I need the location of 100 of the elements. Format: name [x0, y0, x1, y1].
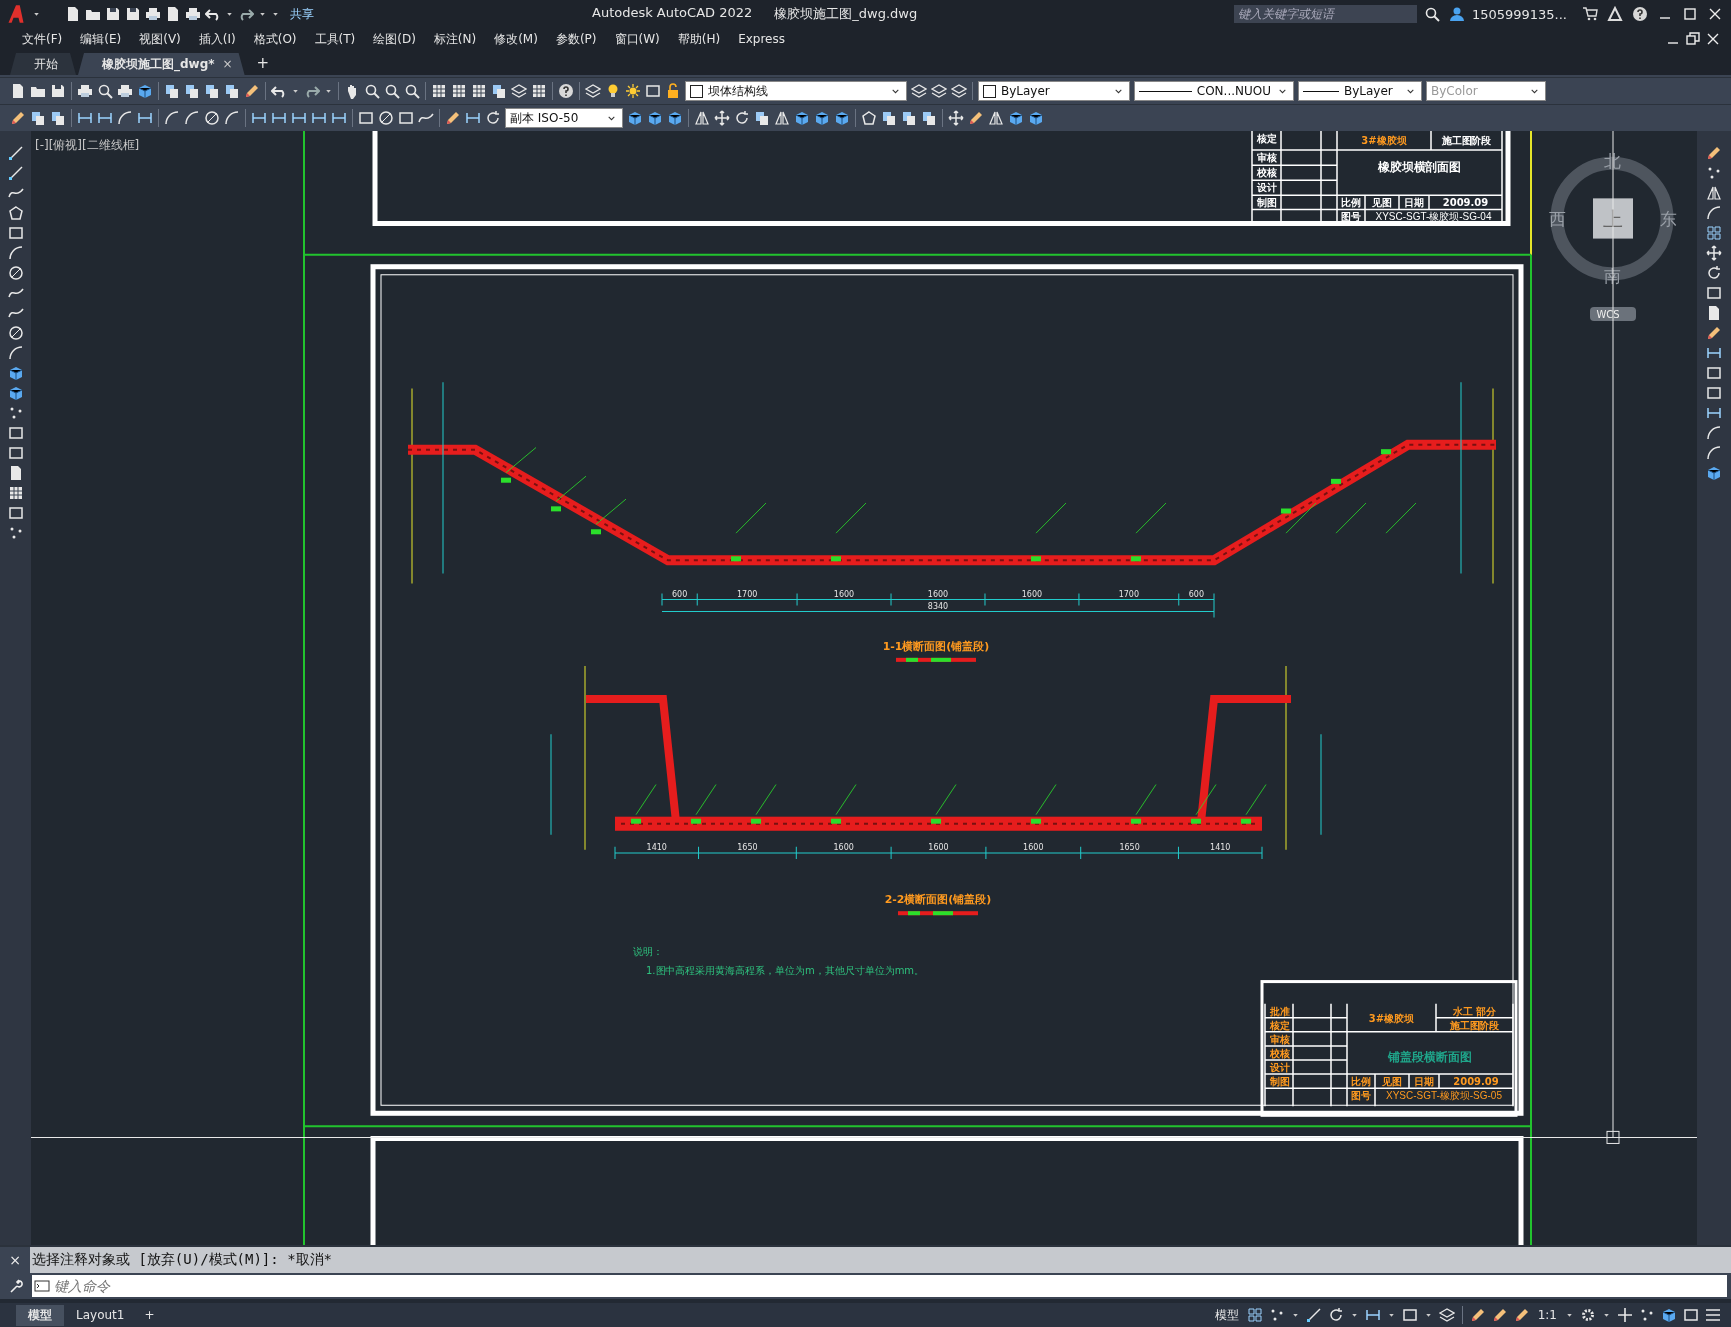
dimension-icon[interactable] — [251, 110, 267, 126]
dimension-icon[interactable] — [137, 110, 153, 126]
copy-icon[interactable] — [164, 83, 180, 99]
close-icon[interactable] — [1705, 31, 1721, 47]
rotate-icon[interactable] — [734, 110, 750, 126]
cube-icon[interactable] — [1661, 1307, 1677, 1323]
zoom-icon[interactable] — [404, 83, 420, 99]
pencil-icon[interactable] — [10, 110, 26, 126]
lock-icon[interactable] — [665, 83, 681, 99]
zoom-icon[interactable] — [97, 83, 113, 99]
copy-icon[interactable] — [921, 110, 937, 126]
pencil-icon[interactable] — [445, 110, 461, 126]
cube-icon[interactable] — [794, 110, 810, 126]
line-icon[interactable] — [7, 165, 24, 181]
menu-item[interactable]: 标注(N) — [425, 30, 487, 48]
mirror-icon[interactable] — [988, 110, 1004, 126]
sun-icon[interactable] — [625, 83, 641, 99]
layer-dropdown[interactable]: 坝体结构线 — [685, 81, 907, 101]
layout-tab[interactable]: 模型 — [16, 1304, 64, 1326]
table-icon[interactable] — [531, 83, 547, 99]
dimension-style-dropdown[interactable]: 副本 ISO-50 — [505, 108, 623, 128]
dimension-icon[interactable] — [331, 110, 347, 126]
pencil-icon[interactable] — [1706, 145, 1722, 161]
grid-icon[interactable] — [1706, 225, 1722, 241]
copy-icon[interactable] — [184, 83, 200, 99]
annotation-scale[interactable]: 1:1 — [1533, 1308, 1561, 1322]
close-icon[interactable] — [1707, 6, 1723, 22]
rotate-icon[interactable] — [1706, 265, 1722, 281]
points-icon[interactable] — [1639, 1307, 1655, 1323]
menu-item[interactable]: 工具(T) — [306, 30, 366, 48]
print-icon[interactable] — [185, 6, 201, 22]
dimension-icon[interactable] — [1706, 405, 1722, 421]
ucs-button[interactable] — [1590, 306, 1636, 321]
color-dropdown[interactable]: ByLayer — [978, 81, 1130, 101]
cube-icon[interactable] — [137, 83, 153, 99]
menu-item[interactable]: 编辑(E) — [72, 30, 132, 48]
rectangle-icon[interactable] — [645, 83, 661, 99]
user-icon[interactable] — [1448, 6, 1465, 22]
file-tab[interactable]: 开始 — [10, 53, 76, 75]
circle-icon[interactable] — [204, 110, 220, 126]
model-space-button[interactable]: 模型 — [1210, 1306, 1243, 1324]
print-icon[interactable] — [117, 83, 133, 99]
line-icon[interactable] — [7, 145, 24, 161]
pencil-icon[interactable] — [968, 110, 984, 126]
user-name[interactable]: 1505999135... — [1471, 6, 1567, 22]
mirror-icon[interactable] — [774, 110, 790, 126]
new-tab-button[interactable]: + — [246, 54, 280, 75]
viewport-label[interactable]: [-][俯视][二维线框] — [35, 138, 140, 153]
dimension-icon[interactable] — [271, 110, 287, 126]
dimension-icon[interactable] — [311, 110, 327, 126]
pencil-icon[interactable] — [244, 83, 260, 99]
undo-icon[interactable] — [271, 83, 287, 99]
polygon-icon[interactable] — [861, 110, 877, 126]
command-field[interactable]: 键入命令 — [32, 1275, 1727, 1297]
cube-icon[interactable] — [627, 110, 643, 126]
menu-item[interactable]: 修改(M) — [486, 30, 548, 48]
share-button[interactable]: 共享 — [286, 5, 318, 23]
line-icon[interactable] — [1305, 1307, 1322, 1323]
rectangle-icon[interactable] — [7, 445, 24, 461]
layers-icon[interactable] — [585, 83, 601, 99]
lineweight-dropdown[interactable]: ByLayer — [1298, 81, 1422, 101]
arc-icon[interactable] — [184, 110, 200, 126]
copy-icon[interactable] — [881, 110, 897, 126]
copy-icon[interactable] — [901, 110, 917, 126]
table-icon[interactable] — [7, 485, 24, 501]
zoom-icon[interactable] — [364, 83, 380, 99]
move-icon[interactable] — [1706, 245, 1722, 261]
rectangle-icon[interactable] — [7, 505, 24, 521]
menu-item[interactable]: 格式(O) — [245, 30, 307, 48]
move-icon[interactable] — [714, 110, 730, 126]
close-command-line-button[interactable]: × — [0, 1247, 30, 1273]
dimension-icon[interactable] — [97, 110, 113, 126]
dimension-icon[interactable] — [1706, 345, 1722, 361]
ucs-label[interactable]: WCS — [1596, 309, 1620, 320]
copy-icon[interactable] — [204, 83, 220, 99]
points-icon[interactable] — [1706, 165, 1722, 181]
cube-icon[interactable] — [814, 110, 830, 126]
save-icon[interactable] — [125, 6, 141, 22]
rectangle-icon[interactable] — [1706, 285, 1722, 301]
restore-icon[interactable] — [1685, 31, 1701, 47]
file-tab[interactable]: 橡胶坝施工图_dwg* × — [78, 53, 245, 75]
cube-icon[interactable] — [647, 110, 663, 126]
layers-icon[interactable] — [931, 83, 947, 99]
wrench-icon[interactable] — [8, 1278, 24, 1294]
maximize-icon[interactable] — [1682, 6, 1698, 22]
new-file-icon[interactable] — [1706, 305, 1722, 321]
new-layout-button[interactable]: + — [136, 1308, 163, 1322]
circle-icon[interactable] — [7, 265, 24, 281]
pencil-icon[interactable] — [1491, 1307, 1508, 1323]
layers-icon[interactable] — [1438, 1307, 1455, 1323]
menu-item[interactable]: 帮助(H) — [669, 30, 731, 48]
menu-icon[interactable] — [1705, 1307, 1721, 1323]
new-file-icon[interactable] — [10, 83, 26, 99]
layers-icon[interactable] — [951, 83, 967, 99]
plus-icon[interactable] — [1617, 1307, 1633, 1323]
dimension-icon[interactable] — [291, 110, 307, 126]
arc-icon[interactable] — [7, 245, 24, 261]
undo-icon[interactable] — [205, 6, 221, 22]
rectangle-icon[interactable] — [358, 110, 374, 126]
circle-icon[interactable] — [7, 325, 24, 341]
